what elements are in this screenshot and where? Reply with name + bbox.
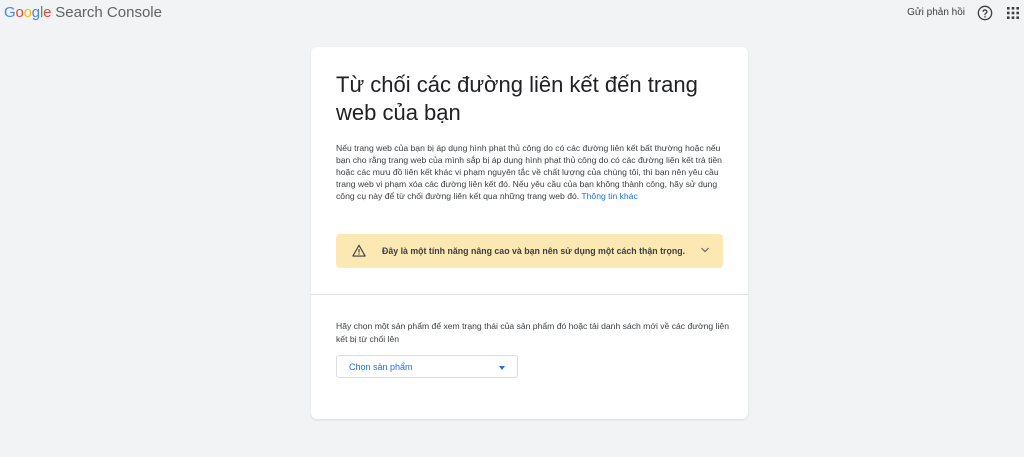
product-name: Search Console [55, 4, 162, 21]
google-wordmark: Google [4, 4, 51, 21]
apps-grid-icon[interactable] [1006, 6, 1020, 20]
property-select-dropdown[interactable]: Chọn sản phẩm [336, 355, 518, 378]
send-feedback-link[interactable]: Gửi phản hồi [907, 6, 965, 20]
google-search-console-logo[interactable]: Google Search Console [4, 3, 162, 23]
select-property-prompt: Hãy chọn một sản phẩm để xem trạng thái … [336, 321, 729, 344]
disavow-links-card: Từ chối các đường liên kết đến trang web… [311, 47, 748, 419]
logo-letter-o1: o [15, 4, 24, 21]
warning-triangle-icon [352, 244, 366, 257]
description-body: Nếu trang web của bạn bị áp dụng hình ph… [336, 143, 722, 202]
help-circle-icon[interactable] [977, 5, 993, 21]
learn-more-link[interactable]: Thông tin khác [581, 191, 637, 201]
description-text: Nếu trang web của bạn bị áp dụng hình ph… [336, 142, 726, 202]
logo-letter-g2: g [31, 4, 40, 21]
section-divider [311, 294, 748, 295]
chevron-down-icon[interactable] [701, 247, 709, 253]
page-title: Từ chối các đường liên kết đến trang web… [336, 72, 698, 125]
caret-down-icon [499, 366, 505, 370]
logo-letter-g1: G [4, 4, 16, 21]
advanced-feature-warning[interactable]: Đây là một tính năng nâng cao và bạn nên… [336, 234, 723, 268]
property-select-label: Chọn sản phẩm [349, 362, 413, 372]
top-bar: Google Search Console Gửi phản hồi [0, 0, 1024, 26]
logo-letter-o2: o [23, 4, 32, 21]
logo-letter-e: e [43, 4, 52, 21]
warning-text: Đây là một tính năng nâng cao và bạn nên… [382, 246, 686, 256]
